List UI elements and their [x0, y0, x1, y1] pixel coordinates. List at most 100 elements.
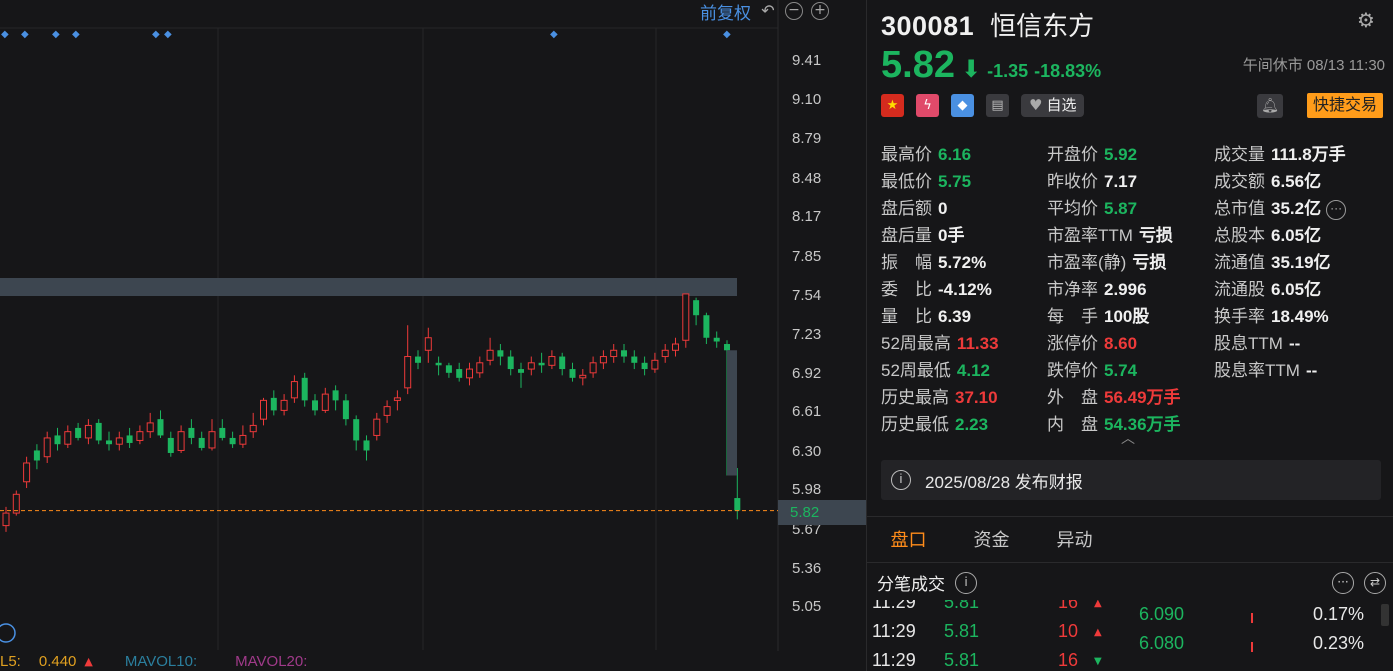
stat-col1-1: 最低价 5.75 — [881, 167, 971, 192]
gear-icon[interactable]: ⚙ — [1357, 10, 1377, 30]
stat-col3-3: 总股本 6.05亿 — [1214, 221, 1321, 246]
tick-time: 11:29 — [872, 621, 916, 641]
candle-body — [693, 300, 700, 316]
arrow-up-icon: ▲ — [1094, 627, 1102, 638]
china-flag-icon[interactable]: ★ — [881, 94, 904, 117]
notice-text: 2025/08/28 发布财报 — [925, 472, 1083, 492]
stat-label: 流通股 — [1214, 280, 1265, 299]
stat-label: 市盈率(静) — [1047, 253, 1127, 272]
quote-panel: 300081 恒信东方 ⚙ 5.82 ⬇ -1.35 -18.83% 午间休市 … — [866, 0, 1393, 671]
zoom-in-icon[interactable]: + — [811, 2, 829, 20]
candle-body — [229, 437, 236, 445]
candle-body — [393, 397, 401, 401]
stat-label: 量 比 — [881, 307, 932, 326]
earnings-notice[interactable]: i 2025/08/28 发布财报 — [881, 460, 1381, 500]
candle-body — [219, 427, 226, 438]
stat-label: 52周最低 — [881, 361, 951, 380]
tick-row: 11:29 5.81 16 ▲ — [872, 600, 1127, 621]
stat-col1-10: 历史最低 2.23 — [881, 410, 988, 435]
candle-body — [373, 418, 381, 436]
document-icon[interactable]: ▤ — [986, 94, 1009, 117]
event-marker-icon: ◆ — [72, 29, 80, 40]
stat-label: 总市值 — [1214, 199, 1265, 218]
candle-body — [538, 362, 545, 366]
stat-value: 5.87 — [1104, 199, 1138, 218]
candlestick-svg[interactable]: ◆ ◆ ◆ ◆ ◆ ◆ ◆ ◆ — [0, 0, 866, 671]
bell-icon[interactable]: 🔔︎ — [1257, 94, 1283, 118]
stat-label: 委 比 — [881, 280, 932, 299]
candle-body — [239, 434, 247, 445]
tab-zijin[interactable]: 资金 — [950, 517, 1033, 562]
stat-value: 6.05亿 — [1271, 280, 1322, 299]
candle-body — [188, 427, 195, 438]
stat-col1-8: 52周最低 4.12 — [881, 356, 990, 381]
stat-col3-1: 成交额 6.56亿 — [1214, 167, 1321, 192]
stat-col2-0: 开盘价 5.92 — [1047, 140, 1137, 165]
event-marker-icon: ◆ — [1, 29, 9, 40]
undo-icon[interactable]: ↶ — [759, 2, 777, 20]
event-marker-icon: ◆ — [723, 29, 731, 40]
candle-body — [415, 356, 421, 363]
stat-value: 5.75 — [938, 172, 972, 191]
stat-value: 0 — [938, 199, 948, 218]
price-change: -1.35 — [987, 61, 1029, 81]
candle-body — [672, 343, 679, 351]
tick-list[interactable]: 11:29 5.81 16 ▲ 11:29 5.81 10 ▲ 11:29 5.81 16 ▼ — [867, 600, 1127, 671]
add-watchlist-button[interactable]: ♥ 自选 — [1021, 94, 1085, 117]
market-status: 午间休市 08/13 11:30 — [1242, 57, 1385, 74]
adjust-mode-button[interactable]: 前复权 — [700, 0, 751, 24]
dist-pct: 0.17% — [1313, 604, 1365, 624]
stat-col3-0: 成交量 111.8万手 — [1214, 140, 1346, 165]
stat-value: 8.60 — [1104, 334, 1138, 353]
stat-label: 平均价 — [1047, 199, 1098, 218]
candle-body — [363, 440, 370, 451]
lightning-icon[interactable]: ϟ — [916, 94, 939, 117]
tag-icon[interactable]: ◆ — [951, 94, 974, 117]
candle-body — [353, 419, 360, 441]
switch-icon[interactable]: ⇄ — [1364, 571, 1386, 594]
candle-body — [301, 377, 308, 401]
tab-yidong[interactable]: 异动 — [1033, 517, 1116, 562]
quick-trade-button[interactable]: 快捷交易 — [1306, 93, 1383, 118]
info-icon[interactable]: i — [955, 571, 977, 594]
more-icon[interactable]: ··· — [1326, 199, 1347, 220]
axis-tick-label: 6.61 — [792, 403, 822, 420]
stat-label: 历史最高 — [881, 388, 949, 407]
axis-tick-label: 9.10 — [792, 91, 822, 108]
tab-pankou[interactable]: 盘口 — [867, 517, 950, 562]
stat-col2-7: 涨停价 8.60 — [1047, 329, 1137, 354]
candle-body — [167, 437, 174, 453]
stat-col3-8: 股息率TTM -- — [1214, 356, 1317, 381]
candle-body — [280, 399, 288, 411]
stat-label: 振 幅 — [881, 253, 932, 272]
candle-body — [312, 400, 318, 411]
collapse-icon[interactable]: ︿ — [1121, 428, 1135, 448]
stat-col3-7: 股息TTM -- — [1214, 329, 1300, 354]
candle-body — [383, 406, 391, 416]
scrollbar[interactable] — [1381, 604, 1389, 626]
candle-body — [610, 349, 618, 358]
kline-chart[interactable]: ◆ ◆ ◆ ◆ ◆ ◆ ◆ ◆ 前复权 ↶ − + 9.41 9.10 8.79 8.48 8.17 7… — [0, 0, 866, 671]
candle-body — [64, 431, 72, 445]
stat-value: 4.12 — [956, 361, 991, 380]
candle-body — [33, 450, 40, 461]
candle-body — [260, 399, 267, 420]
stock-tags-row: ★ ϟ ◆ ▤ ♥ 自选 — [881, 94, 1085, 117]
stat-col3-5: 流通股 6.05亿 — [1214, 275, 1321, 300]
stat-col3-2: 总市值 35.2亿 ··· — [1214, 194, 1347, 220]
tick-time: 11:29 — [872, 600, 916, 612]
stock-header: 300081 恒信东方 — [881, 6, 1094, 43]
candle-body — [126, 435, 133, 443]
axis-tick-label: 7.85 — [792, 248, 822, 265]
stat-value: 5.92 — [1104, 145, 1138, 164]
stat-col1-3: 盘后量 0手 — [881, 221, 964, 246]
stat-value: 100股 — [1104, 307, 1150, 326]
zoom-out-icon[interactable]: − — [785, 2, 803, 20]
axis-tick-label: 5.36 — [792, 560, 822, 577]
candle-body — [424, 337, 432, 351]
stat-col1-7: 52周最高 11.33 — [881, 329, 999, 354]
more-icon[interactable]: ··· — [1332, 571, 1354, 594]
price-band — [0, 278, 737, 296]
stat-col2-9: 外 盘 56.49万手 — [1047, 383, 1181, 408]
candle-body — [497, 350, 504, 357]
